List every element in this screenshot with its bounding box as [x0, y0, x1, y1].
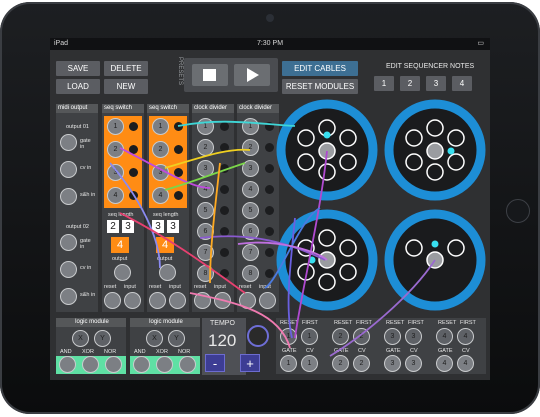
app-screen: iPad 7:30 PM ▭ SAVE DELETE LOAD NEW PRES… [50, 38, 490, 380]
ipad-frame: iPad 7:30 PM ▭ SAVE DELETE LOAD NEW PRES… [0, 2, 540, 414]
circular-sequencer-2[interactable] [384, 99, 486, 201]
sequencer-and-cables-layer [109, 99, 486, 357]
camera [266, 14, 274, 22]
circular-sequencer-1[interactable] [276, 99, 378, 201]
home-button[interactable] [506, 199, 530, 223]
